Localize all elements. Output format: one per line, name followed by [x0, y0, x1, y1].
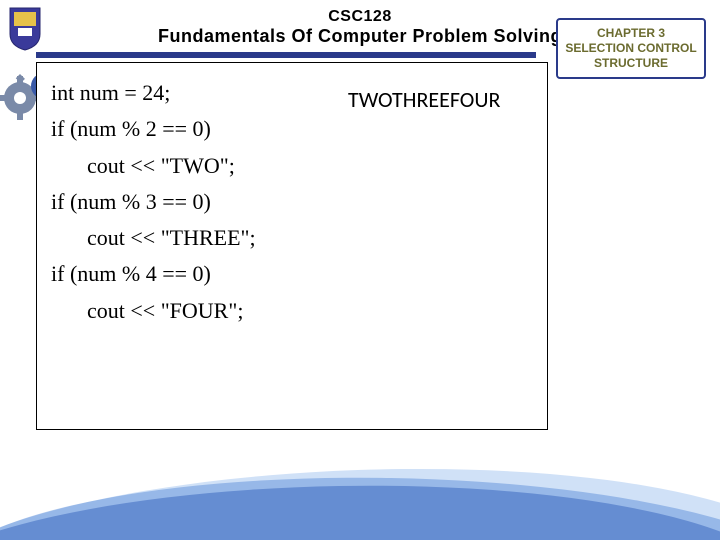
- footer-wave-decoration: [0, 450, 720, 540]
- code-line-1: int num = 24;: [51, 80, 170, 105]
- code-line-3: cout << "TWO";: [51, 148, 235, 184]
- code-line-7: cout << "FOUR";: [51, 293, 243, 329]
- chapter-number: CHAPTER 3: [562, 26, 700, 41]
- chapter-title-1: SELECTION CONTROL: [562, 41, 700, 56]
- program-output: TWOTHREEFOUR: [348, 86, 500, 113]
- code-content-box: int num = 24; if (num % 2 == 0) cout << …: [36, 62, 548, 430]
- code-line-6: if (num % 4 == 0): [51, 261, 211, 286]
- code-block: int num = 24; if (num % 2 == 0) cout << …: [51, 75, 533, 329]
- code-line-4: if (num % 3 == 0): [51, 189, 211, 214]
- code-line-2: if (num % 2 == 0): [51, 116, 211, 141]
- code-line-5: cout << "THREE";: [51, 220, 256, 256]
- chapter-title-2: STRUCTURE: [562, 56, 700, 71]
- header-underline: [36, 52, 536, 58]
- chapter-box: CHAPTER 3 SELECTION CONTROL STRUCTURE: [556, 18, 706, 79]
